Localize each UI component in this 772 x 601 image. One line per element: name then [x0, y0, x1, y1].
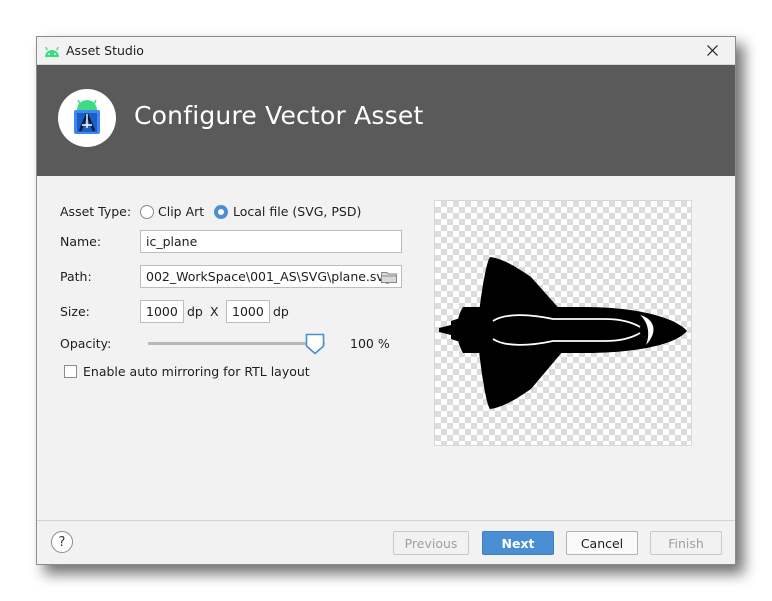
path-label: Path:: [60, 269, 92, 284]
local-file-radio[interactable]: [214, 205, 228, 219]
size-label: Size:: [60, 304, 90, 319]
finish-button[interactable]: Finish: [650, 531, 722, 555]
path-input[interactable]: 002_WorkSpace\001_AS\SVG\plane.svg: [140, 265, 402, 288]
title-bar: Asset Studio: [37, 37, 735, 65]
auto-mirroring-checkbox[interactable]: [64, 365, 77, 378]
asset-type-label: Asset Type:: [60, 204, 132, 219]
auto-mirroring-label[interactable]: Enable auto mirroring for RTL layout: [83, 364, 310, 379]
asset-studio-dialog: Asset Studio Configure Vector Asset Asse…: [36, 36, 736, 565]
path-value: 002_WorkSpace\001_AS\SVG\plane.svg: [146, 269, 392, 284]
width-unit: dp: [187, 304, 203, 319]
help-button[interactable]: ?: [51, 531, 73, 553]
footer-divider: [37, 520, 735, 521]
folder-icon[interactable]: [381, 271, 397, 283]
clip-art-radio[interactable]: [140, 205, 154, 219]
android-studio-icon: [74, 99, 100, 134]
opacity-value: 100 %: [350, 336, 390, 351]
previous-button[interactable]: Previous: [393, 531, 469, 555]
asset-preview: [434, 200, 692, 446]
cancel-button[interactable]: Cancel: [566, 531, 638, 555]
height-unit: dp: [273, 304, 289, 319]
name-label: Name:: [60, 234, 102, 249]
plane-icon: [439, 257, 687, 409]
clip-art-label[interactable]: Clip Art: [158, 204, 204, 219]
close-icon: [706, 45, 718, 56]
window-title: Asset Studio: [66, 43, 144, 58]
page-title: Configure Vector Asset: [134, 101, 424, 130]
width-input[interactable]: 1000: [140, 300, 184, 323]
android-studio-logo: [58, 89, 116, 147]
header-banner: Configure Vector Asset: [37, 65, 735, 176]
name-input[interactable]: ic_plane: [140, 230, 402, 253]
opacity-slider-fill: [148, 342, 325, 345]
opacity-slider[interactable]: [148, 342, 325, 345]
close-button[interactable]: [689, 37, 735, 64]
size-separator: X: [210, 304, 219, 319]
opacity-label: Opacity:: [60, 336, 112, 351]
height-input[interactable]: 1000: [226, 300, 270, 323]
local-file-label[interactable]: Local file (SVG, PSD): [233, 204, 361, 219]
next-button[interactable]: Next: [482, 531, 554, 555]
help-icon: ?: [58, 534, 66, 550]
android-icon: [45, 46, 59, 57]
opacity-slider-thumb[interactable]: [305, 333, 325, 355]
